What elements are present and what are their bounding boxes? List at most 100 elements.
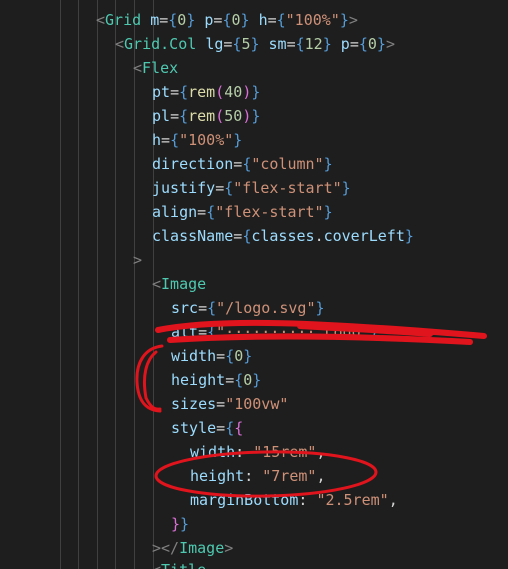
code-token: }: [180, 515, 190, 533]
code-token: ): [242, 83, 252, 101]
code-token: =: [267, 11, 277, 29]
code-line[interactable]: <Grid.Col lg={5} sm={12} p={0}>: [115, 32, 395, 56]
code-line[interactable]: justify={"flex-start"}: [152, 176, 351, 200]
code-token: >: [224, 539, 234, 557]
code-token: direction: [152, 155, 234, 173]
code-token: m: [150, 11, 160, 29]
code-token: sizes: [171, 395, 217, 413]
code-line[interactable]: alt={"·········· Logo"}: [171, 320, 379, 344]
code-token: 50: [224, 107, 243, 125]
code-token: >: [348, 11, 358, 29]
code-token: }: [322, 35, 332, 53]
code-line[interactable]: <Image: [152, 272, 206, 296]
code-line[interactable]: h={"100%"}: [152, 128, 242, 152]
code-line[interactable]: >: [133, 248, 142, 272]
code-token: =: [198, 323, 208, 341]
code-token: <: [152, 561, 161, 569]
code-token: {: [295, 35, 305, 53]
code-token: width: [190, 443, 236, 461]
code-line[interactable]: pt={rem(40)}: [152, 80, 260, 104]
code-token: =: [225, 371, 235, 389]
code-editor[interactable]: <Grid m={0} p={0} h={"100%"}> <Grid.Col l…: [0, 0, 508, 569]
code-token: style: [171, 419, 217, 437]
code-line[interactable]: direction={"column"}: [152, 152, 333, 176]
code-token: sm: [268, 35, 287, 53]
code-line[interactable]: sizes="100vw": [171, 392, 288, 416]
code-line[interactable]: pl={rem(50)}: [152, 104, 260, 128]
code-token: {: [207, 323, 217, 341]
code-token: "100vw": [225, 395, 289, 413]
code-token: ): [242, 107, 252, 125]
code-token: .: [314, 227, 324, 245]
code-token: lg: [205, 35, 224, 53]
code-token: Flex: [142, 59, 179, 77]
code-token: "100%": [285, 11, 340, 29]
code-token: <: [115, 35, 125, 53]
code-token: "7rem": [262, 467, 317, 485]
code-line[interactable]: width: "15rem",: [190, 440, 325, 464]
code-line[interactable]: width={0}: [171, 344, 252, 368]
code-line[interactable]: <Title: [152, 558, 206, 569]
code-token: justify: [152, 179, 216, 197]
code-token: {: [207, 299, 217, 317]
code-line[interactable]: <Flex: [133, 56, 178, 80]
code-token: =: [233, 227, 243, 245]
code-token: 12: [304, 35, 323, 53]
code-token: }: [171, 515, 181, 533]
indent-guide: [97, 0, 98, 569]
code-token: =: [216, 395, 226, 413]
code-token: rem: [188, 107, 216, 125]
code-token: "·········· Logo": [216, 323, 370, 341]
code-token: =: [159, 11, 169, 29]
code-token: }: [376, 35, 386, 53]
code-token: 0: [231, 11, 241, 29]
code-token: 0: [367, 35, 377, 53]
code-token: =: [197, 203, 207, 221]
code-token: :: [298, 491, 317, 509]
code-line[interactable]: style={{: [171, 416, 243, 440]
code-line[interactable]: height={0}: [171, 368, 261, 392]
code-token: ,: [388, 491, 398, 509]
code-token: 40: [224, 83, 243, 101]
code-token: =: [161, 131, 171, 149]
code-token: }: [243, 347, 253, 365]
code-line[interactable]: align={"flex-start"}: [152, 200, 333, 224]
bracket-scribble: [135, 344, 164, 413]
code-line[interactable]: className={classes.coverLeft}: [152, 224, 414, 248]
code-token: "2.5rem": [316, 491, 389, 509]
code-token: "100%": [179, 131, 234, 149]
code-line[interactable]: height: "7rem",: [190, 464, 325, 488]
code-token: {: [242, 155, 252, 173]
indent-guide: [115, 0, 116, 569]
code-token: >: [385, 35, 395, 53]
code-token: height: [190, 467, 245, 485]
code-token: className: [152, 227, 234, 245]
code-token: :: [244, 467, 263, 485]
code-line[interactable]: <Grid m={0} p={0} h={"100%"}>: [96, 8, 358, 32]
code-token: }: [251, 83, 261, 101]
code-token: {: [225, 419, 235, 437]
code-token: Image: [179, 539, 225, 557]
code-token: }: [252, 371, 262, 389]
code-line[interactable]: }}: [171, 512, 189, 536]
code-token: "column": [251, 155, 324, 173]
code-line[interactable]: src={"/logo.svg"}: [171, 296, 325, 320]
code-token: Image: [161, 275, 207, 293]
code-line[interactable]: ></Image>: [152, 536, 233, 560]
code-token: rem: [188, 83, 216, 101]
code-token: {: [168, 11, 178, 29]
code-token: }: [404, 227, 414, 245]
code-token: p: [340, 35, 350, 53]
indent-guide: [78, 0, 79, 569]
code-token: {: [170, 131, 180, 149]
code-token: {: [224, 179, 234, 197]
code-token: }: [186, 11, 196, 29]
code-token: "15rem": [253, 443, 317, 461]
code-token: Grid: [105, 11, 142, 29]
code-line[interactable]: marginBottom: "2.5rem",: [190, 488, 398, 512]
